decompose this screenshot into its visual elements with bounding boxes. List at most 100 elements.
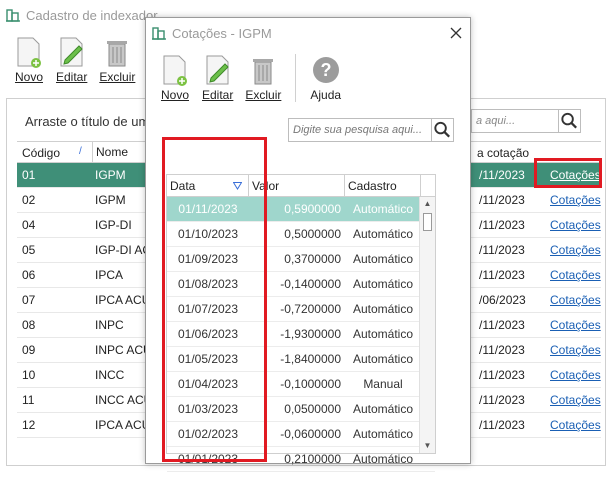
table-row[interactable]: 01/06/2023 -1,9300000 Automático [167,322,435,347]
dlg-novo-button[interactable]: Novo [160,54,190,102]
trash-icon [107,41,128,67]
cell-nome: IGPM [95,193,126,207]
cotacoes-link[interactable]: Cotações [550,268,601,282]
cell-data: 01/01/2023 [177,452,239,466]
cell-data: 01/05/2023 [177,352,239,366]
cell-ultima-cotacao: /11/2023 [479,193,525,207]
cotacoes-link[interactable]: Cotações [550,243,601,257]
scroll-thumb[interactable] [423,213,432,231]
col-cadastro[interactable]: Cadastro [345,175,421,196]
cell-data: 01/10/2023 [177,227,239,241]
sort-icon: / [79,146,82,157]
cotacoes-link[interactable]: Cotações [550,193,601,207]
cell-cadastro: Manual [363,377,403,391]
building-icon [6,9,20,22]
vertical-scrollbar[interactable]: ▲ ▼ [419,197,435,453]
dlg-editar-label: Editar [202,88,234,102]
cell-codigo: 11 [22,393,35,407]
cell-nome: IGPM [95,168,126,182]
indexer-window-title: Cadastro de indexador [26,7,158,23]
cell-codigo: 02 [22,193,36,207]
cotacoes-link[interactable]: Cotações [550,418,601,432]
bg-novo-button[interactable]: Novo [14,36,44,84]
cotacoes-link[interactable]: Cotações [550,343,601,357]
col-valor[interactable]: Valor [249,175,345,196]
bg-excluir-button[interactable]: Excluir [99,36,135,84]
indexer-toolbar: Novo Editar Excluir [14,36,135,84]
cell-cadastro: Automático [352,327,414,341]
table-row[interactable]: 01/10/2023 0,5000000 Automático [167,222,435,247]
close-icon[interactable] [450,27,462,39]
cotacoes-link[interactable]: Cotações [550,218,601,232]
filter-icon[interactable] [233,181,242,190]
cell-valor: -0,0600000 [280,427,341,441]
dlg-ajuda-button[interactable]: ? Ajuda [310,54,341,102]
col-valor-label: Valor [252,178,280,193]
col-codigo[interactable]: Código [22,146,60,160]
dlg-search-box[interactable]: Digite sua pesquisa aqui... [288,118,454,142]
bg-search-box[interactable]: a aqui... [471,109,581,133]
col-ultima-cotacao[interactable]: a cotação [477,146,529,160]
dlg-excluir-button[interactable]: Excluir [245,54,281,102]
dialog-title: Cotações - IGPM [172,25,272,41]
col-nome[interactable]: Nome [92,142,128,162]
table-row[interactable]: 01/08/2023 -0,1400000 Automático [167,272,435,297]
bg-search-placeholder: a aqui... [476,115,516,127]
search-icon[interactable] [431,119,453,141]
cell-nome: INPC [95,318,124,332]
cell-cadastro: Automático [352,427,414,441]
cell-ultima-cotacao: /11/2023 [479,368,525,382]
pencil-icon [60,37,83,67]
cell-cadastro: Automático [352,302,414,316]
dlg-editar-button[interactable]: Editar [202,54,233,102]
dlg-ajuda-label: Ajuda [310,88,342,102]
cotacoes-link[interactable]: Cotações [550,318,601,332]
cell-data: 01/04/2023 [177,377,239,391]
cell-ultima-cotacao: /11/2023 [479,318,525,332]
cell-ultima-cotacao: /11/2023 [479,343,525,357]
col-data[interactable]: Data [167,175,249,196]
cell-codigo: 08 [22,318,36,332]
cell-ultima-cotacao: /06/2023 [479,293,526,307]
cell-codigo: 06 [22,268,36,282]
cell-data: 01/07/2023 [177,302,239,316]
dialog-titlebar: Cotações - IGPM [146,18,470,48]
col-data-label: Data [170,178,196,193]
cotacoes-link[interactable]: Cotações [550,393,601,407]
scroll-up-icon[interactable]: ▲ [420,197,435,211]
bg-editar-label: Editar [56,70,88,84]
cell-ultima-cotacao: /11/2023 [479,418,525,432]
table-row[interactable]: 01/05/2023 -1,8400000 Automático [167,347,435,372]
bg-excluir-label: Excluir [99,70,136,84]
pencil-icon [206,55,229,85]
cotacoes-dialog: Cotações - IGPM Novo Editar Excluir ? Aj… [145,17,471,472]
svg-text:?: ? [320,60,331,80]
cotacoes-link[interactable]: Cotações [550,368,601,382]
cell-data: 01/02/2023 [177,427,239,441]
dialog-toolbar: Novo Editar Excluir ? Ajuda [160,54,341,102]
table-row[interactable]: 01/04/2023 -0,1000000 Manual [167,372,435,397]
cell-valor: 0,0500000 [284,402,341,416]
table-row[interactable]: 01/11/2023 0,5900000 Automático [167,197,435,222]
cell-nome: IPCA ACU [95,418,151,432]
bg-editar-button[interactable]: Editar [56,36,87,84]
table-row[interactable]: 01/03/2023 0,0500000 Automático [167,397,435,422]
cell-codigo: 07 [22,293,36,307]
col-cadastro-label: Cadastro [348,178,397,193]
table-row[interactable]: 01/09/2023 0,3700000 Automático [167,247,435,272]
cell-codigo: 12 [22,418,36,432]
scroll-down-icon[interactable]: ▼ [420,439,435,453]
table-row[interactable]: 01/07/2023 -0,7200000 Automático [167,297,435,322]
dlg-excluir-label: Excluir [245,88,282,102]
cell-ultima-cotacao: /11/2023 [479,393,525,407]
cell-codigo: 09 [22,343,36,357]
dlg-search-placeholder: Digite sua pesquisa aqui... [293,124,423,136]
new-document-icon [17,37,41,68]
cotacoes-link[interactable]: Cotações [550,293,601,307]
table-row[interactable]: 01/01/2023 0,2100000 Automático [167,447,435,472]
cell-valor: 0,5900000 [284,202,341,216]
search-icon[interactable] [558,110,580,132]
cell-nome: IPCA ACU [95,293,151,307]
table-row[interactable]: 01/02/2023 -0,0600000 Automático [167,422,435,447]
cotacoes-link[interactable]: Cotações [550,168,601,182]
